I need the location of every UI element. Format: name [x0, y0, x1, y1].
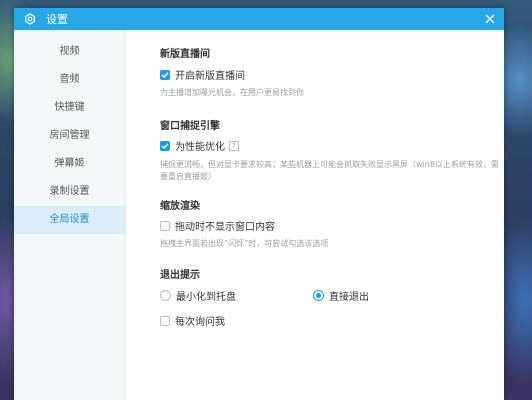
- sidebar-item-recording[interactable]: 录制设置: [14, 178, 125, 206]
- sidebar-item-danmaku[interactable]: 弹幕姬: [14, 150, 125, 178]
- close-icon: [485, 14, 495, 24]
- check-icon: [161, 142, 169, 149]
- section-title-new-live: 新版直播间: [160, 49, 210, 60]
- capture-hint: 捕捉更流畅，但对显卡要求较高；某些机器上可能会抓取失败显示黑屏（win8以上系统…: [160, 160, 499, 181]
- section-title-capture-engine: 窗口捕捉引擎: [160, 121, 220, 132]
- check-icon: [161, 71, 169, 78]
- new-live-checkbox[interactable]: [160, 69, 170, 80]
- radio-dot: [316, 293, 321, 298]
- settings-content: 新版直播间 开启新版直播间 为主播增加曝光机会，在用户更易找到你 窗口捕捉引擎 …: [125, 30, 504, 400]
- close-button[interactable]: [482, 11, 498, 27]
- sidebar-item-global-settings[interactable]: 全局设置: [14, 206, 125, 234]
- hide-content-label: 拖动时不显示窗口内容: [175, 222, 275, 233]
- minimize-label: 最小化到托盘: [176, 292, 236, 303]
- hide-content-checkbox[interactable]: [160, 220, 170, 231]
- sidebar-item-hotkeys[interactable]: 快捷键: [14, 94, 125, 122]
- exit-option[interactable]: 直接退出: [313, 288, 369, 303]
- settings-sidebar: 视频 音频 快捷键 房间管理 弹幕姬 录制设置 全局设置: [14, 30, 126, 400]
- ask-option[interactable]: 每次询问我: [160, 313, 225, 328]
- performance-checkbox[interactable]: [160, 140, 170, 151]
- new-live-option[interactable]: 开启新版直播间: [160, 67, 245, 82]
- sidebar-item-video[interactable]: 视频: [14, 38, 125, 66]
- sidebar-item-audio[interactable]: 音频: [14, 66, 125, 94]
- new-live-hint: 为主播增加曝光机会，在用户更易找到你: [160, 88, 304, 97]
- settings-window: 设置 视频 音频 快捷键 房间管理 弹幕姬 录制设置 全局设置 新版直播间 开启…: [14, 8, 504, 400]
- performance-label: 为性能优化: [175, 142, 225, 153]
- new-live-label: 开启新版直播间: [175, 71, 245, 82]
- exit-label: 直接退出: [329, 292, 369, 303]
- sidebar-item-room-management[interactable]: 房间管理: [14, 122, 125, 150]
- ask-label: 每次询问我: [175, 317, 225, 328]
- section-title-scaling: 缩放渲染: [160, 201, 200, 212]
- minimize-option[interactable]: 最小化到托盘: [160, 288, 236, 303]
- scaling-hint: 拖拽主界面若出现“闪烁”时，可尝试勾选该选项: [160, 239, 329, 248]
- window-title: 设置: [46, 13, 68, 26]
- scaling-option[interactable]: 拖动时不显示窗口内容: [160, 218, 275, 233]
- capture-option[interactable]: 为性能优化 ?: [160, 138, 239, 153]
- help-icon[interactable]: ?: [229, 140, 239, 151]
- title-bar: 设置: [14, 8, 504, 30]
- gear-icon: [24, 13, 36, 25]
- exit-radio[interactable]: [313, 290, 324, 301]
- section-title-exit: 退出提示: [160, 270, 200, 281]
- ask-checkbox[interactable]: [160, 315, 170, 326]
- minimize-radio[interactable]: [160, 290, 171, 301]
